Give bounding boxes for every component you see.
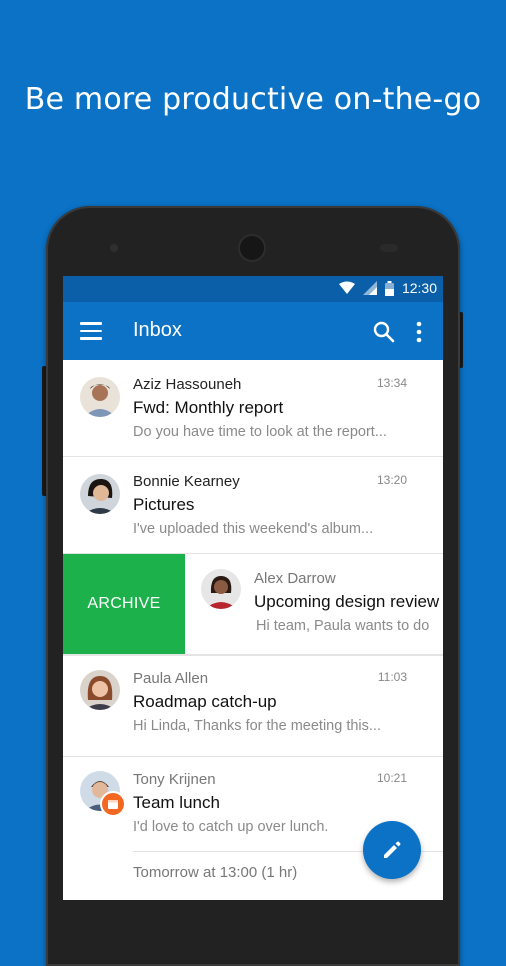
page-title: Inbox: [133, 319, 182, 341]
message-subject: Upcoming design review: [254, 592, 440, 611]
message-time: 13:20: [376, 473, 407, 487]
sender-name: Aziz Hassouneh: [133, 376, 242, 393]
pencil-icon: [384, 841, 401, 858]
phone-speaker: [380, 244, 398, 252]
status-bar: 12:30: [63, 276, 443, 302]
message-subject: Team lunch: [133, 793, 220, 812]
message-preview: I've uploaded this weekend's album...: [133, 521, 374, 537]
sender-name: Paula Allen: [133, 670, 209, 687]
compose-button[interactable]: [363, 821, 421, 879]
list-item[interactable]: Aziz Hassouneh 13:34 Fwd: Monthly report…: [63, 360, 443, 457]
message-time: 11:03: [377, 670, 407, 684]
message-subject: Fwd: Monthly report: [133, 398, 284, 417]
message-preview: Hi team, Paula wants to do: [256, 618, 430, 634]
search-icon[interactable]: [372, 320, 396, 344]
message-list: Aziz Hassouneh 13:34 Fwd: Monthly report…: [63, 360, 443, 897]
avatar: [80, 377, 120, 417]
menu-icon[interactable]: [80, 322, 102, 340]
list-item-swiped[interactable]: ARCHIVE Alex Darrow Upcoming design revi…: [63, 554, 443, 655]
more-vert-icon[interactable]: [415, 321, 423, 343]
sender-name: Alex Darrow: [254, 570, 336, 587]
battery-icon: [384, 280, 394, 296]
phone-screen: 12:30 Inbox Aziz Hassouneh 13:34 Fwd: Mo…: [63, 276, 443, 900]
phone-sensor: [110, 244, 118, 252]
message-subject: Pictures: [133, 495, 195, 514]
message-preview: Do you have time to look at the report..…: [133, 424, 387, 440]
swiped-message[interactable]: Alex Darrow Upcoming design review Hi te…: [185, 554, 443, 654]
event-time: Tomorrow at 13:00 (1 hr): [133, 864, 298, 881]
wifi-icon: [338, 281, 355, 294]
headline: Be more productive on-the-go: [24, 82, 482, 117]
message-subject: Roadmap catch-up: [133, 692, 277, 711]
app-bar: Inbox: [63, 302, 443, 360]
status-time: 12:30: [401, 280, 437, 296]
calendar-icon: [108, 800, 118, 809]
avatar: [201, 569, 241, 609]
list-item[interactable]: Bonnie Kearney 13:20 Pictures I've uploa…: [63, 457, 443, 554]
message-time: 13:34: [376, 376, 407, 390]
signal-icon: [362, 281, 377, 295]
calendar-badge: [100, 791, 126, 817]
sender-name: Bonnie Kearney: [133, 473, 240, 490]
avatar: [80, 670, 120, 710]
sender-name: Tony Krijnen: [133, 771, 216, 788]
message-time: 10:21: [376, 771, 407, 785]
phone-camera: [240, 236, 264, 260]
avatar: [80, 474, 120, 514]
message-preview: I'd love to catch up over lunch.: [133, 819, 329, 835]
archive-button[interactable]: ARCHIVE: [63, 554, 185, 654]
list-item[interactable]: Paula Allen 11:03 Roadmap catch-up Hi Li…: [63, 655, 443, 757]
message-preview: Hi Linda, Thanks for the meeting this...: [133, 718, 381, 734]
